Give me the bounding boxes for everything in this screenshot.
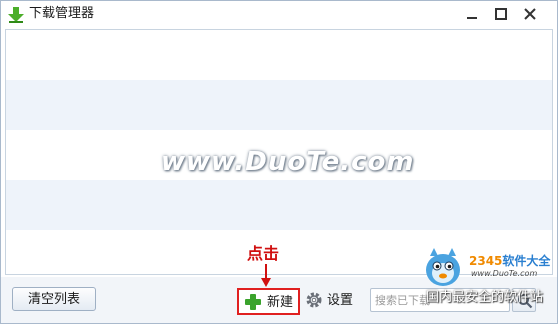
- gear-icon: [305, 291, 323, 313]
- arrow-down-icon: [260, 264, 272, 292]
- new-download-button[interactable]: 新建: [237, 288, 300, 315]
- mascot-logo-icon: [421, 244, 469, 296]
- close-button[interactable]: [519, 4, 541, 24]
- list-row: [6, 30, 552, 80]
- minimize-button[interactable]: [461, 4, 483, 24]
- watermark: www.DuoTe.com: [161, 147, 415, 177]
- download-manager-window: 下载管理器 www.DuoTe.com 清空列表 新建 设置 搜索已下载 点击 …: [0, 0, 558, 324]
- plus-icon: [245, 294, 261, 314]
- logo-url: www.DuoTe.com: [471, 269, 538, 278]
- list-row: [6, 80, 552, 130]
- clear-list-button[interactable]: 清空列表: [12, 287, 96, 311]
- maximize-button[interactable]: [490, 4, 512, 24]
- new-button-label: 新建: [267, 295, 294, 310]
- list-row: [6, 180, 552, 230]
- logo-digits: 2345: [469, 254, 503, 268]
- logo-site-name: 2345软件大全: [469, 255, 550, 268]
- settings-label: 设置: [327, 293, 354, 308]
- logo-suffix: 软件大全: [502, 254, 551, 268]
- download-arrow-icon: [7, 6, 25, 24]
- logo-slogan: 国内最安全的软件站: [426, 290, 544, 305]
- title-bar: 下载管理器: [1, 1, 557, 28]
- window-title: 下载管理器: [29, 6, 95, 21]
- click-annotation: 点击: [247, 244, 280, 263]
- settings-button[interactable]: 设置: [305, 290, 363, 312]
